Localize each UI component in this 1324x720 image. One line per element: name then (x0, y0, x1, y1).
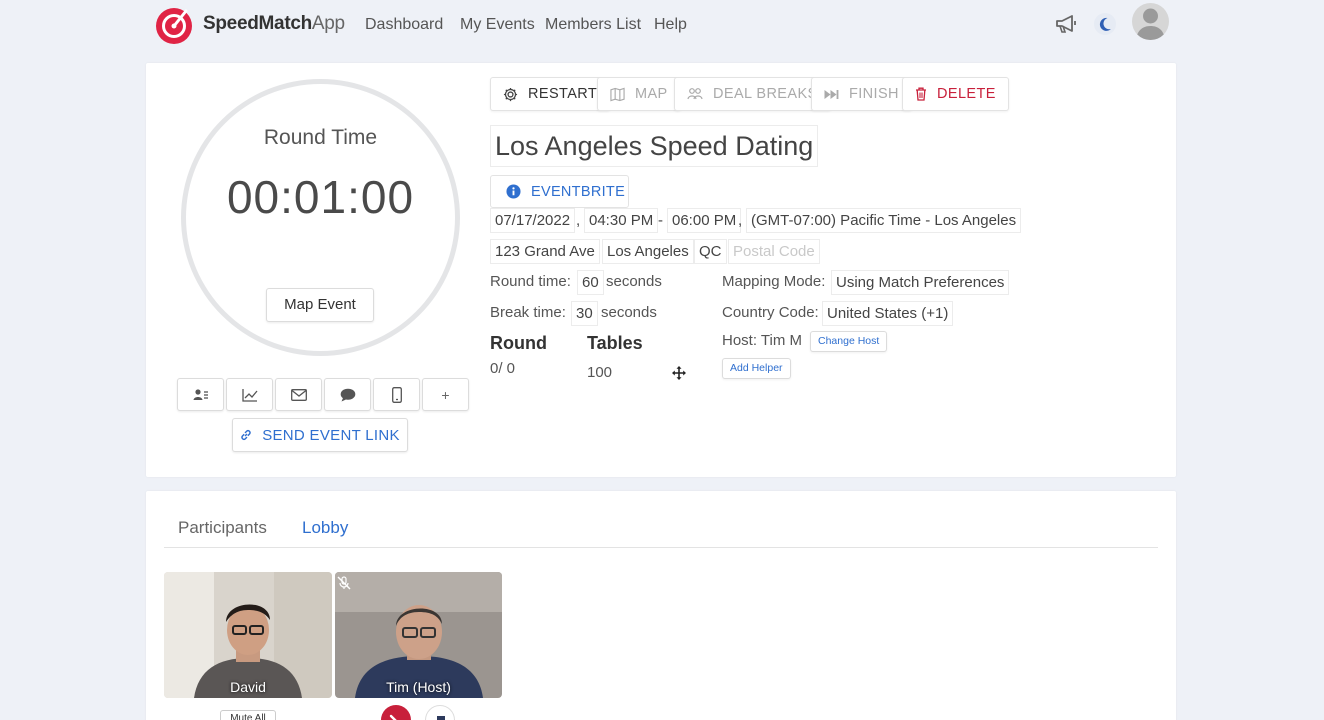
add-tool-button[interactable]: + (422, 378, 469, 411)
round-time-unit: seconds (606, 273, 662, 290)
map-event-button[interactable]: Map Event (266, 288, 374, 322)
host-label: Host: Tim M (722, 332, 803, 349)
time-dash: - (658, 212, 663, 229)
tables-value: 100 (587, 364, 613, 381)
video-tile-tim-host[interactable]: Tim (Host) (335, 572, 502, 698)
tab-lobby[interactable]: Lobby (302, 518, 348, 538)
email-tool-button[interactable] (275, 378, 322, 411)
mute-all-button[interactable]: Mute All (220, 710, 276, 720)
brand-name-light: App (311, 13, 345, 34)
round-time-label: Round Time (263, 126, 378, 149)
timezone-field[interactable]: (GMT-07:00) Pacific Time - Los Angeles (746, 208, 1022, 233)
break-time-setting-field[interactable]: 30 (571, 301, 598, 326)
time-comma: , (738, 212, 743, 229)
chat-bubble-icon (340, 388, 355, 401)
logo-icon[interactable] (153, 5, 195, 45)
user-silhouette-icon (1136, 8, 1165, 40)
trash-icon (916, 87, 926, 101)
video-name-label: Tim (Host) (386, 679, 451, 695)
delete-button[interactable]: DELETE (902, 77, 1009, 111)
nav-help[interactable]: Help (654, 16, 687, 34)
date-comma: , (576, 212, 581, 229)
move-cursor-icon (672, 366, 686, 380)
delete-label: DELETE (937, 86, 996, 102)
video-camera-icon (437, 716, 445, 720)
fast-forward-icon (824, 89, 839, 99)
break-time-unit: seconds (601, 304, 657, 321)
finish-button[interactable]: FINISH (811, 77, 912, 111)
stats-tool-button[interactable] (226, 378, 273, 411)
brand-name[interactable]: SpeedMatchApp (203, 13, 345, 35)
mic-muted-icon (337, 576, 351, 590)
round-heading: Round (490, 333, 547, 353)
eventbrite-button[interactable]: EVENTBRITE (490, 175, 629, 208)
map-label: MAP (635, 86, 668, 102)
nav-dashboard[interactable]: Dashboard (365, 16, 443, 34)
people-icon (193, 388, 208, 400)
start-time-field[interactable]: 04:30 PM (584, 208, 659, 233)
country-code-select[interactable]: United States (+1) (822, 301, 954, 326)
event-title-input[interactable]: Los Angeles Speed Dating (490, 125, 819, 167)
announcement-icon[interactable] (1055, 14, 1078, 34)
map-icon (610, 87, 625, 101)
restart-button[interactable]: RESTART (490, 77, 611, 111)
event-date-field[interactable]: 07/17/2022 (490, 208, 576, 233)
round-value: 0/ 0 (490, 360, 516, 377)
deal-breaks-label: DEAL BREAKS (713, 86, 818, 102)
end-call-button[interactable] (381, 705, 411, 720)
deal-breaks-button[interactable]: DEAL BREAKS (674, 77, 831, 111)
link-icon (241, 430, 251, 440)
region-field[interactable]: QC (694, 239, 727, 264)
chat-tool-button[interactable] (324, 378, 371, 411)
mobile-phone-icon (391, 386, 402, 403)
dark-mode-icon[interactable] (1094, 13, 1116, 35)
camera-toggle-button[interactable] (425, 705, 455, 720)
line-chart-icon (241, 388, 257, 402)
envelope-icon (290, 388, 307, 401)
postal-code-field[interactable]: Postal Code (728, 239, 820, 264)
round-time-value: 00:01:00 (226, 171, 415, 223)
finish-label: FINISH (849, 86, 899, 102)
video-name-label: David (230, 679, 266, 695)
city-field[interactable]: Los Angeles (602, 239, 694, 264)
brand-name-bold: SpeedMatch (203, 13, 312, 34)
break-time-setting-label: Break time: (490, 304, 566, 321)
send-event-link-button[interactable]: SEND EVENT LINK (232, 418, 408, 452)
video-tile-david[interactable]: David (164, 572, 332, 698)
nav-members-list[interactable]: Members List (545, 16, 641, 34)
add-helper-button[interactable]: Add Helper (722, 358, 791, 379)
sms-tool-button[interactable] (373, 378, 420, 411)
round-time-setting-label: Round time: (490, 273, 571, 290)
restart-label: RESTART (528, 86, 598, 102)
phone-hangup-icon (389, 714, 397, 720)
participants-tool-button[interactable] (177, 378, 224, 411)
top-nav: SpeedMatchApp Dashboard My Events Member… (0, 0, 1324, 50)
change-host-button[interactable]: Change Host (810, 331, 888, 352)
mapping-mode-label: Mapping Mode: (722, 273, 826, 290)
tab-participants[interactable]: Participants (178, 518, 267, 538)
mapping-mode-select[interactable]: Using Match Preferences (831, 270, 1010, 295)
country-code-label: Country Code: (722, 304, 819, 321)
tables-heading: Tables (587, 333, 643, 353)
user-avatar[interactable] (1132, 3, 1169, 40)
info-icon (506, 184, 521, 199)
eventbrite-label: EVENTBRITE (531, 183, 626, 200)
round-time-setting-field[interactable]: 60 (577, 270, 604, 295)
nav-my-events[interactable]: My Events (460, 16, 535, 34)
address-field[interactable]: 123 Grand Ave (490, 239, 600, 264)
send-event-link-label: SEND EVENT LINK (262, 426, 400, 444)
map-button[interactable]: MAP (597, 77, 681, 111)
end-time-field[interactable]: 06:00 PM (667, 208, 742, 233)
group-icon (687, 88, 703, 100)
gear-icon (503, 87, 518, 101)
tab-divider (164, 547, 1158, 548)
